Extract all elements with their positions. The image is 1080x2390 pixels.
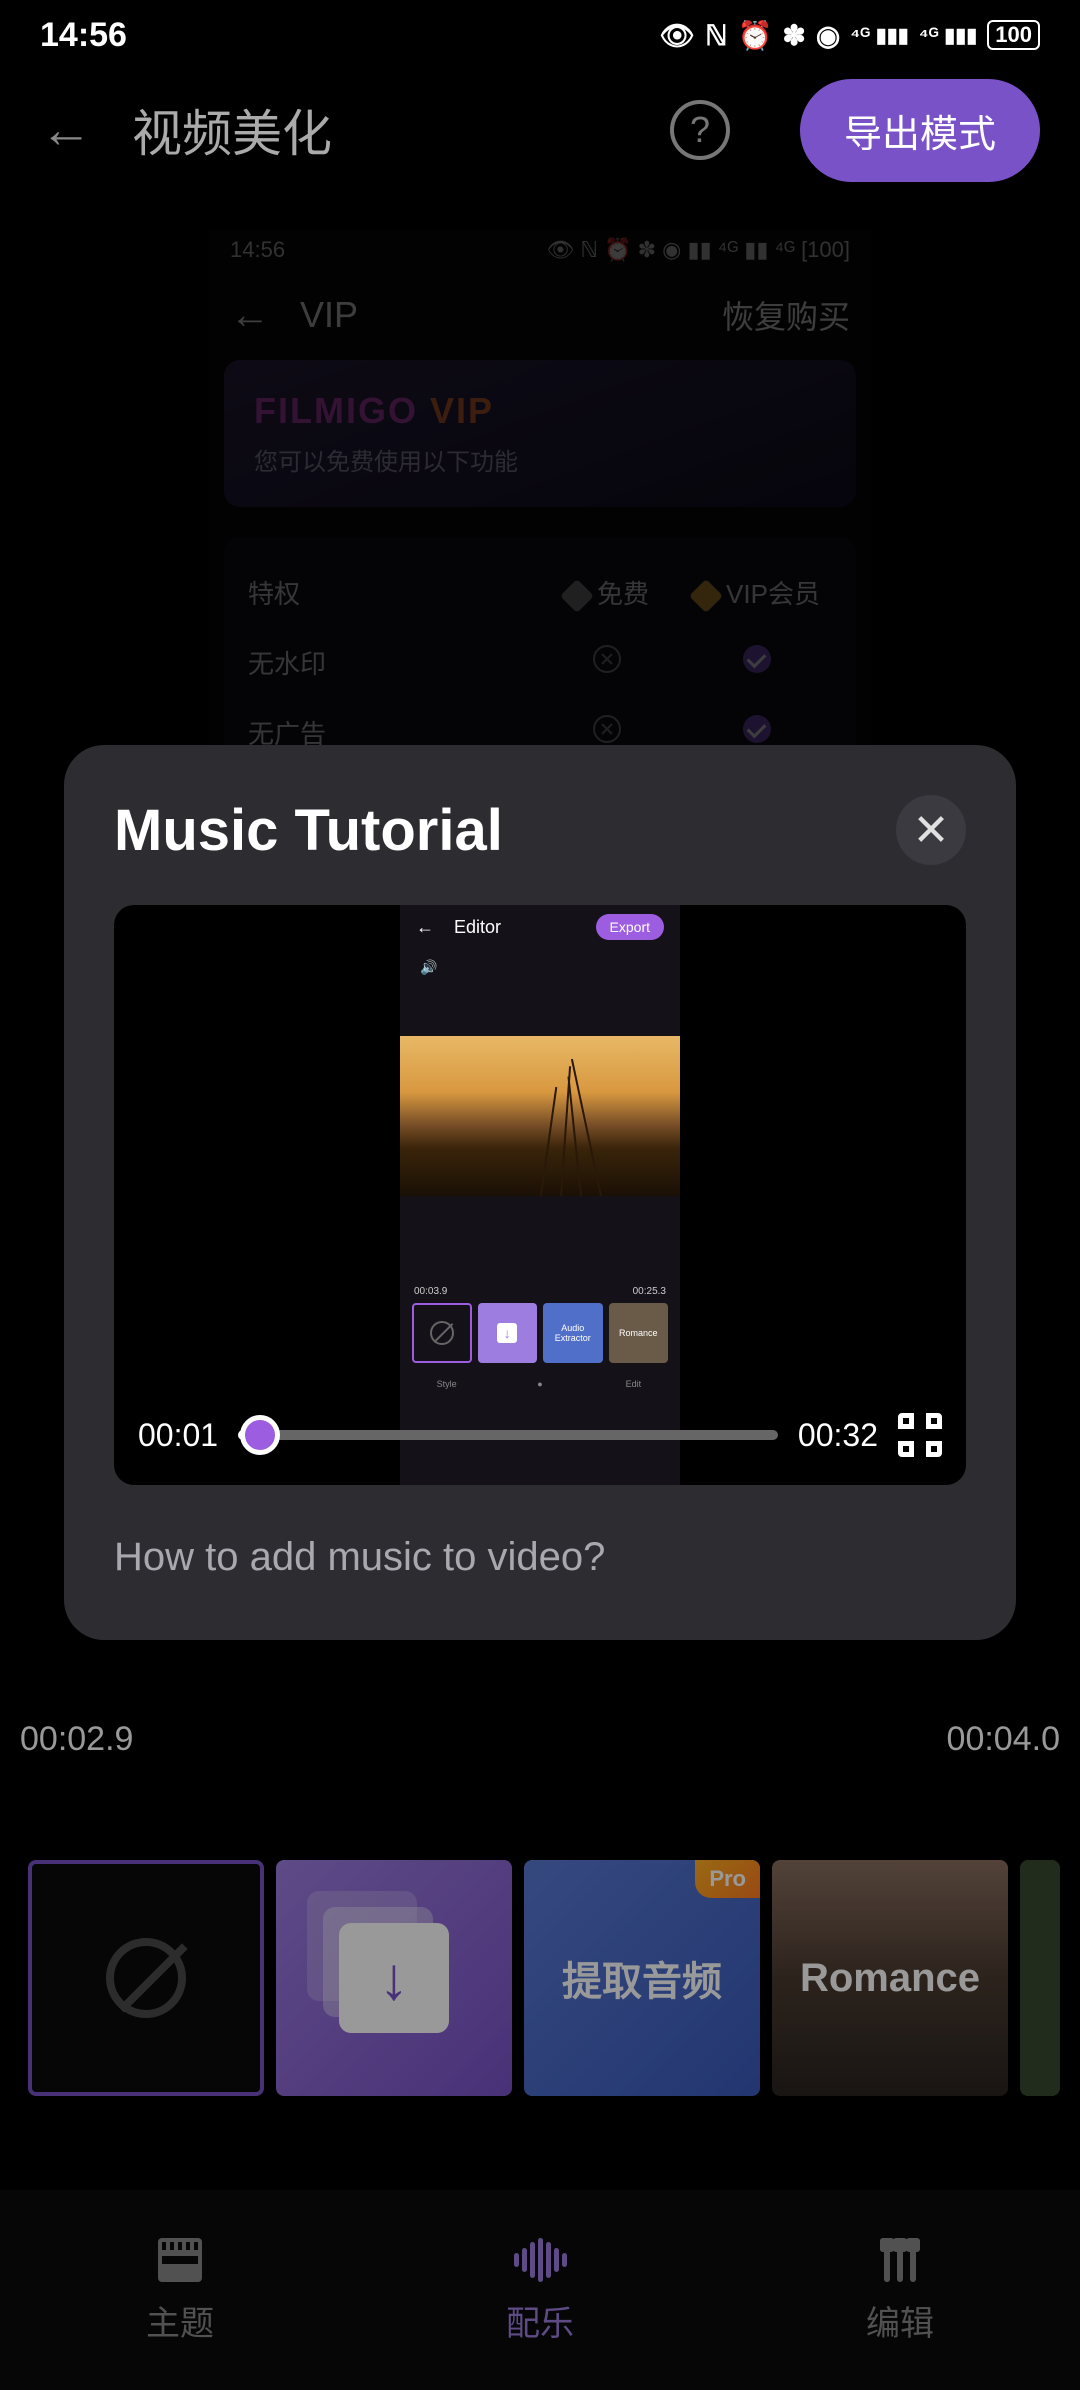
close-icon: ✕	[913, 805, 950, 856]
export-mode-button[interactable]: 导出模式	[800, 79, 1040, 182]
fullscreen-icon	[898, 1413, 914, 1429]
tutorial-video-player[interactable]: ← Editor Export 🔊 00:03.9 00:25.3 ↓ Audi…	[114, 905, 966, 1485]
back-button[interactable]: ←	[40, 100, 92, 160]
nfc-icon: ℕ	[705, 19, 727, 52]
tutorial-time-right: 00:25.3	[633, 1286, 666, 1297]
modal-close-button[interactable]: ✕	[896, 795, 966, 865]
page-title: 视频美化	[132, 94, 630, 166]
tutorial-nav-edit: Edit	[587, 1379, 680, 1389]
modal-caption: How to add music to video?	[114, 1535, 966, 1580]
tutorial-time-left: 00:03.9	[414, 1286, 447, 1297]
tutorial-preview-image	[400, 1036, 680, 1196]
status-icons: 👁 ℕ ⏰ ✽ ◉ ⁴ᴳ ▮▮▮ ⁴ᴳ ▮▮▮ 100	[660, 19, 1040, 52]
battery-icon: 100	[987, 20, 1040, 50]
eye-icon: 👁	[660, 19, 696, 52]
tutorial-thumb-none	[412, 1303, 472, 1363]
modal-title: Music Tutorial	[114, 797, 503, 864]
app-header: ← 视频美化 ? 导出模式	[0, 70, 1080, 190]
video-seek-bar[interactable]	[238, 1430, 778, 1440]
tutorial-editor-label: Editor	[454, 917, 596, 938]
seek-thumb[interactable]	[240, 1415, 280, 1455]
alarm-icon: ⏰	[738, 19, 773, 52]
help-button[interactable]: ?	[670, 100, 730, 160]
wifi-icon: ◉	[816, 19, 840, 52]
status-time: 14:56	[40, 16, 127, 55]
video-duration: 00:32	[798, 1417, 878, 1454]
video-current-time: 00:01	[138, 1417, 218, 1454]
fullscreen-button[interactable]	[898, 1413, 942, 1457]
music-tutorial-modal: Music Tutorial ✕ ← Editor Export 🔊 00:03…	[64, 745, 1016, 1640]
bluetooth-icon: ✽	[782, 19, 805, 52]
signal-4g-icon-2: ⁴ᴳ ▮▮▮	[919, 23, 978, 48]
status-bar: 14:56 👁 ℕ ⏰ ✽ ◉ ⁴ᴳ ▮▮▮ ⁴ᴳ ▮▮▮ 100	[0, 0, 1080, 70]
tutorial-thumb-romance: Romance	[609, 1303, 668, 1363]
speaker-icon: 🔊	[400, 949, 680, 986]
tutorial-thumb-download: ↓	[478, 1303, 537, 1363]
tutorial-back-icon: ←	[416, 917, 434, 938]
tutorial-nav-music: ●	[493, 1379, 586, 1389]
tutorial-nav-style: Style	[400, 1379, 493, 1389]
tutorial-export-label: Export	[596, 914, 664, 940]
signal-4g-icon: ⁴ᴳ ▮▮▮	[850, 23, 909, 48]
tutorial-thumb-extract: Audio Extractor	[543, 1303, 602, 1363]
